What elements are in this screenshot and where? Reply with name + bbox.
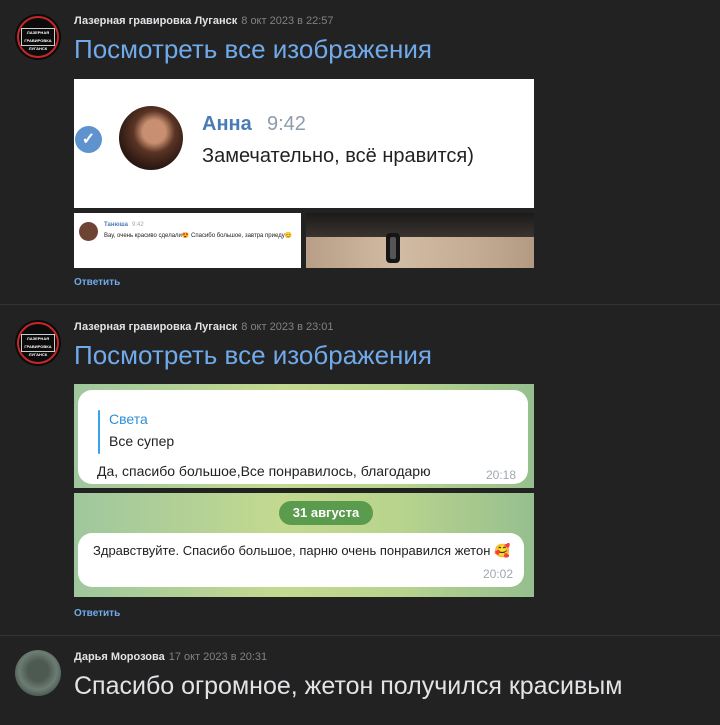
user-avatar[interactable] (15, 650, 61, 696)
comment-date[interactable]: 17 окт 2023 в 20:31 (169, 651, 267, 663)
post-3: Дарья Морозова 17 окт 2023 в 20:31 Спасиб… (0, 0, 720, 725)
comment-header: Дарья Морозова 17 окт 2023 в 20:31 (74, 651, 267, 663)
author-name[interactable]: Дарья Морозова (74, 651, 165, 663)
comment-text: Спасибо огромное, жетон получился красив… (74, 672, 623, 700)
